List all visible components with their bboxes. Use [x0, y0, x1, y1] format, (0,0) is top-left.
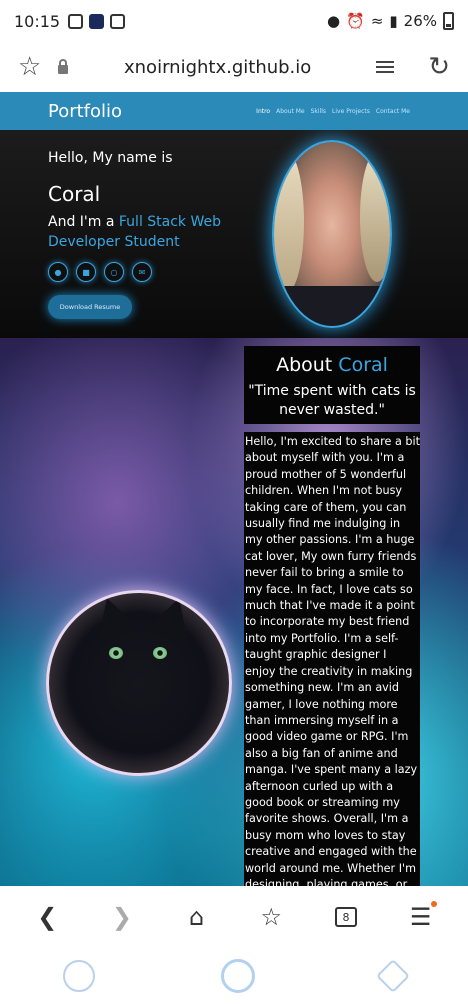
lock-status-icon: ● [327, 12, 341, 30]
back-arrow-icon[interactable]: ❮ [27, 897, 67, 937]
nav-link-intro[interactable]: Intro [256, 108, 270, 115]
about-title-prefix: About [276, 354, 339, 376]
screen-recorder-icon [110, 13, 126, 29]
home-button-icon[interactable] [221, 959, 255, 993]
instagram-link-icon[interactable]: ○ [104, 262, 124, 282]
github-icon[interactable]: ● [48, 262, 68, 282]
screen: 10:15 ● ⏰ ≈ ▮ 26% ☆ xnoirnightx.github.i… [0, 0, 468, 1004]
about-body-text: Hello, I'm excited to share a bit about … [244, 432, 420, 886]
battery-percent: 26% [403, 12, 437, 30]
nav-link-about[interactable]: About Me [276, 108, 305, 115]
nav-link-skills[interactable]: Skills [311, 108, 326, 115]
instagram-icon [68, 13, 84, 29]
tabs-button[interactable]: 8 [326, 897, 366, 937]
wifi-icon: ≈ [370, 12, 384, 30]
hero-name: Coral [48, 182, 101, 206]
address-bar: ☆ xnoirnightx.github.io ↻ [0, 42, 468, 92]
forward-arrow-icon[interactable]: ❯ [102, 897, 142, 937]
system-nav-bar [0, 948, 468, 1004]
nav-links: Intro About Me Skills Live Projects Cont… [256, 108, 410, 115]
cat-photo [46, 590, 232, 776]
hero-greeting: Hello, My name is [48, 150, 173, 166]
profile-photo [272, 140, 392, 328]
app-notification-icon [89, 13, 105, 29]
alarm-icon: ⏰ [346, 12, 365, 30]
status-right: ● ⏰ ≈ ▮ 26% [327, 12, 454, 30]
about-title: About Coral [244, 354, 420, 376]
menu-icon[interactable]: ☰ [401, 897, 441, 937]
nav-link-contact[interactable]: Contact Me [376, 108, 410, 115]
email-icon[interactable]: ✉ [132, 262, 152, 282]
battery-icon [443, 12, 454, 30]
back-button-icon[interactable] [376, 959, 410, 993]
hero-role: And I'm a Full Stack Web Developer Stude… [48, 212, 268, 252]
about-section: About Coral "Time spent with cats is nev… [0, 338, 468, 886]
status-time: 10:15 [14, 11, 61, 31]
hero-role-prefix: And I'm a [48, 214, 119, 230]
site-navbar: Portfolio Intro About Me Skills Live Pro… [0, 92, 468, 130]
status-bar: 10:15 ● ⏰ ≈ ▮ 26% [0, 0, 468, 42]
secure-lock-icon[interactable] [58, 58, 88, 74]
tab-count: 8 [334, 907, 357, 927]
nav-link-projects[interactable]: Live Projects [332, 108, 370, 115]
reader-mode-icon[interactable] [376, 61, 420, 73]
site-brand[interactable]: Portfolio [48, 101, 122, 122]
linkedin-icon[interactable]: ■ [76, 262, 96, 282]
home-icon[interactable]: ⌂ [177, 897, 217, 937]
signal-icon: ▮ [389, 12, 398, 30]
about-quote: "Time spent with cats is never wasted." [248, 383, 416, 418]
download-resume-button[interactable]: Download Resume [48, 295, 132, 319]
bookmarks-icon[interactable]: ☆ [251, 897, 291, 937]
web-page: Portfolio Intro About Me Skills Live Pro… [0, 92, 468, 886]
browser-toolbar: ❮ ❯ ⌂ ☆ 8 ☰ [0, 886, 468, 948]
social-links: ● ■ ○ ✉ [48, 262, 152, 282]
hero-section: Hello, My name is Coral And I'm a Full S… [0, 130, 468, 338]
about-title-accent: Coral [338, 354, 388, 376]
menu-badge [430, 901, 437, 907]
bookmark-star-icon[interactable]: ☆ [18, 52, 58, 82]
url-text[interactable]: xnoirnightx.github.io [88, 57, 376, 78]
recents-icon[interactable] [63, 960, 95, 992]
reload-icon[interactable]: ↻ [420, 52, 450, 82]
about-header: About Coral "Time spent with cats is nev… [244, 346, 420, 424]
